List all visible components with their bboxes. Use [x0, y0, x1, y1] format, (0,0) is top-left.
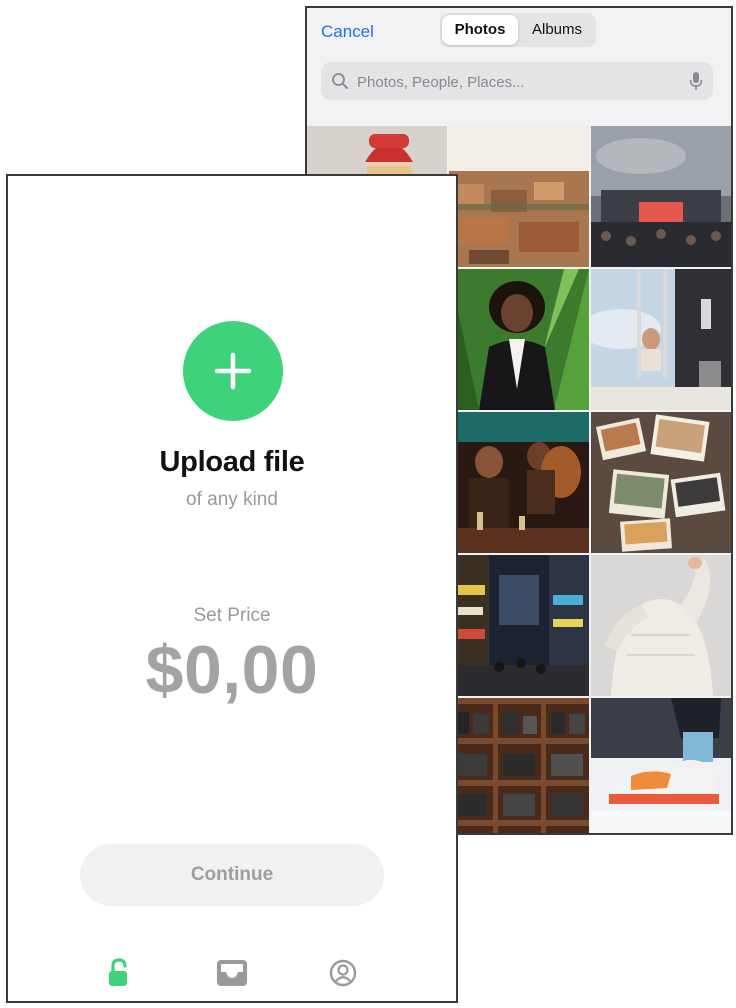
upload-title: Upload file [159, 446, 305, 478]
upload-subtitle: of any kind [186, 489, 278, 510]
search-icon [332, 73, 348, 89]
price-label: Set Price [193, 605, 271, 626]
picker-header: Cancel Photos Albums [307, 8, 731, 126]
continue-button[interactable]: Continue [80, 844, 384, 906]
unlock-icon [109, 958, 127, 986]
upload-screen: Upload file of any kind Set Price $0,00 … [6, 174, 458, 1003]
photo-thumbnail[interactable] [591, 269, 731, 410]
concert-crowd-photo [591, 126, 731, 267]
tab-albums[interactable]: Albums [520, 15, 594, 45]
photo-thumbnail[interactable] [591, 698, 731, 833]
knit-sweater-photo [591, 555, 731, 696]
photo-thumbnail[interactable] [591, 126, 731, 267]
price-amount[interactable]: $0,00 [8, 631, 456, 709]
photo-thumbnail[interactable] [449, 698, 589, 833]
photo-thumbnail[interactable] [591, 412, 731, 553]
search-input[interactable] [355, 62, 679, 102]
photo-thumbnail[interactable] [449, 269, 589, 410]
segmented-control: Photos Albums [440, 13, 596, 47]
microphone-icon[interactable] [689, 71, 703, 91]
inbox-icon [217, 960, 247, 986]
cancel-button[interactable]: Cancel [321, 22, 374, 42]
tab-inbox[interactable] [215, 956, 249, 990]
plus-icon [214, 352, 252, 390]
tab-profile[interactable] [326, 956, 360, 990]
photo-thumbnail[interactable] [449, 412, 589, 553]
city-rooftops-photo [449, 126, 589, 267]
photo-thumbnail[interactable] [591, 555, 731, 696]
scattered-photos-photo [591, 412, 731, 553]
woman-sitting-ladder-photo [591, 269, 731, 410]
profile-icon [329, 959, 357, 987]
photo-thumbnail[interactable] [449, 555, 589, 696]
neon-street-night-photo [449, 555, 589, 696]
photo-thumbnail[interactable] [449, 126, 589, 267]
woman-black-blazer-photo [449, 269, 589, 410]
camera-shelves-photo [449, 698, 589, 833]
tab-unlock[interactable] [103, 956, 137, 990]
tab-photos[interactable]: Photos [442, 15, 518, 45]
bar-people-photo [449, 412, 589, 553]
search-bar[interactable] [321, 62, 713, 102]
sneaker-snow-photo [591, 698, 731, 833]
add-file-button[interactable] [183, 321, 283, 421]
